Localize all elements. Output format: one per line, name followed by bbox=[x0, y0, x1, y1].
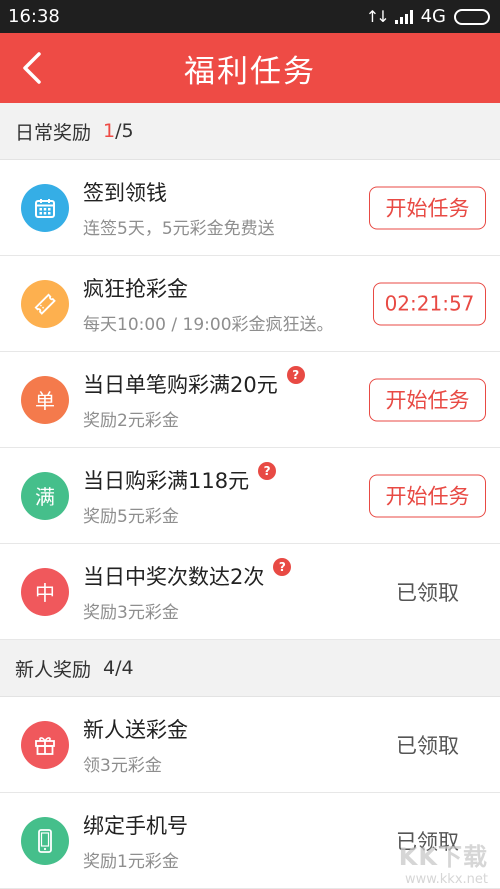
task-row-win-count[interactable]: 中 当日中奖次数达2次 ? 奖励3元彩金 已领取 bbox=[0, 544, 500, 640]
watermark-url: www.kkx.net bbox=[404, 872, 488, 887]
battery-icon bbox=[454, 8, 490, 25]
app-header: 福利任务 bbox=[0, 33, 500, 103]
status-icons: ↑↓ 4G bbox=[366, 6, 490, 27]
help-icon[interactable]: ? bbox=[273, 557, 292, 576]
task-row-newcomer-bonus[interactable]: 新人送彩金 领3元彩金 已领取 bbox=[0, 697, 500, 793]
task-title: 签到领钱 bbox=[83, 180, 167, 205]
start-task-button[interactable]: 开始任务 bbox=[369, 186, 486, 229]
section-title: 新人奖励 bbox=[15, 658, 92, 681]
dan-icon: 单 bbox=[21, 375, 69, 424]
status-time: 16:38 bbox=[8, 6, 60, 27]
help-icon[interactable]: ? bbox=[258, 461, 277, 480]
section-header-daily: 日常奖励 1/5 bbox=[0, 103, 500, 160]
ticket-icon bbox=[21, 279, 69, 328]
zhong-icon: 中 bbox=[21, 567, 69, 616]
back-button[interactable] bbox=[14, 49, 50, 87]
task-title: 绑定手机号 bbox=[83, 813, 188, 838]
start-task-button[interactable]: 开始任务 bbox=[369, 378, 486, 421]
claimed-label: 已领取 bbox=[396, 580, 459, 605]
network-type: 4G bbox=[420, 6, 446, 27]
gift-icon bbox=[21, 720, 69, 769]
task-row-grab-bonus[interactable]: 疯狂抢彩金 每天10:00 / 19:00彩金疯狂送。 02:21:57 bbox=[0, 256, 500, 352]
countdown-timer[interactable]: 02:21:57 bbox=[373, 282, 486, 325]
watermark: KK下载 www.kkx.net bbox=[399, 837, 488, 887]
daily-task-list: 签到领钱 连签5天，5元彩金免费送 开始任务 疯狂抢彩金 每天10:00 / 1… bbox=[0, 160, 500, 640]
watermark-logo: KK下载 bbox=[398, 843, 488, 871]
section-count: 1/5 bbox=[103, 120, 134, 142]
help-icon[interactable]: ? bbox=[286, 365, 305, 384]
section-title: 日常奖励 bbox=[15, 121, 92, 144]
task-title: 当日单笔购彩满20元 bbox=[83, 372, 278, 397]
task-title: 当日中奖次数达2次 bbox=[83, 564, 265, 589]
task-title: 当日购彩满118元 bbox=[83, 468, 250, 493]
page-title: 福利任务 bbox=[184, 53, 316, 90]
task-row-total-purchase[interactable]: 满 当日购彩满118元 ? 奖励5元彩金 开始任务 bbox=[0, 448, 500, 544]
task-title: 新人送彩金 bbox=[83, 717, 188, 742]
start-task-button[interactable]: 开始任务 bbox=[369, 474, 486, 517]
calendar-icon bbox=[21, 183, 69, 232]
phone-icon bbox=[21, 816, 69, 865]
man-icon: 满 bbox=[21, 471, 69, 520]
status-bar: 16:38 ↑↓ 4G bbox=[0, 0, 500, 33]
back-icon bbox=[23, 52, 41, 84]
signal-icon bbox=[394, 9, 413, 24]
section-count: 4/4 bbox=[103, 657, 134, 679]
task-row-single-purchase[interactable]: 单 当日单笔购彩满20元 ? 奖励2元彩金 开始任务 bbox=[0, 352, 500, 448]
claimed-label: 已领取 bbox=[396, 733, 459, 758]
task-row-sign-in[interactable]: 签到领钱 连签5天，5元彩金免费送 开始任务 bbox=[0, 160, 500, 256]
section-header-newcomer: 新人奖励 4/4 bbox=[0, 640, 500, 697]
task-title: 疯狂抢彩金 bbox=[83, 276, 188, 301]
data-activity-icon: ↑↓ bbox=[365, 7, 390, 26]
